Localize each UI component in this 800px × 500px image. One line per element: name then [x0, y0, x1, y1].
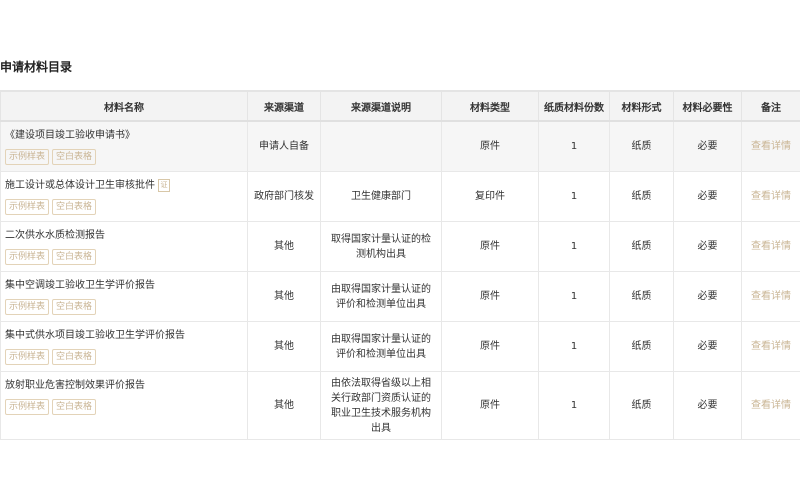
view-details-link[interactable]: 查看详情 — [741, 221, 800, 272]
column-header: 材料类型 — [441, 90, 539, 122]
view-details-link[interactable]: 查看详情 — [741, 171, 800, 222]
table-row: 《建设项目竣工验收申请书》示例样表 空白表格 申请人自备 原件 1 纸质 必要 查… — [0, 120, 800, 172]
column-header: 来源渠道 — [247, 90, 321, 122]
type-cell: 原件 — [441, 321, 539, 372]
sample-form-button[interactable]: 示例样表 — [5, 349, 50, 365]
material-name-cell: 二次供水水质检测报告示例样表 空白表格 — [0, 221, 248, 272]
source-cell: 政府部门核发 — [247, 171, 321, 222]
necessity-cell: 必要 — [673, 171, 742, 222]
table-row: 集中式供水项目竣工验收卫生学评价报告示例样表 空白表格 其他 由取得国家计量认证的… — [0, 321, 800, 372]
blank-form-button[interactable]: 空白表格 — [52, 399, 97, 415]
view-details-link[interactable]: 查看详情 — [741, 371, 800, 440]
material-name: 放射职业危害控制效果评价报告 — [5, 380, 145, 391]
blank-form-button[interactable]: 空白表格 — [52, 149, 97, 165]
material-name-cell: 《建设项目竣工验收申请书》示例样表 空白表格 — [0, 120, 248, 172]
material-name: 二次供水水质检测报告 — [5, 230, 105, 241]
form-cell: 纸质 — [609, 321, 674, 372]
necessity-cell: 必要 — [673, 371, 742, 440]
view-details-link[interactable]: 查看详情 — [741, 120, 800, 172]
copies-cell: 1 — [538, 171, 610, 222]
column-header: 纸质材料份数 — [538, 90, 610, 122]
necessity-cell: 必要 — [673, 271, 742, 322]
table-row: 放射职业危害控制效果评价报告示例样表 空白表格 其他 由依法取得省级以上相关行政部… — [0, 371, 800, 440]
blank-form-button[interactable]: 空白表格 — [52, 199, 97, 215]
necessity-cell: 必要 — [673, 321, 742, 372]
materials-table: 材料名称 来源渠道 来源渠道说明 材料类型 纸质材料份数 材料形式 材料必要性 备注 《建设项… — [0, 90, 800, 440]
column-header: 材料必要性 — [673, 90, 742, 122]
material-name: 集中式供水项目竣工验收卫生学评价报告 — [5, 330, 185, 341]
page-title: 申请材料目录 — [0, 60, 73, 74]
type-cell: 原件 — [441, 221, 539, 272]
material-name-cell: 集中式供水项目竣工验收卫生学评价报告示例样表 空白表格 — [0, 321, 248, 372]
form-cell: 纸质 — [609, 221, 674, 272]
necessity-cell: 必要 — [673, 221, 742, 272]
table-row: 二次供水水质检测报告示例样表 空白表格 其他 取得国家计量认证的检测机构出具 原件… — [0, 221, 800, 272]
blank-form-button[interactable]: 空白表格 — [52, 349, 97, 365]
source-desc-cell: 由取得国家计量认证的评价和检测单位出具 — [320, 321, 442, 372]
source-desc-cell: 取得国家计量认证的检测机构出具 — [320, 221, 442, 272]
source-cell: 其他 — [247, 321, 321, 372]
material-name-cell: 放射职业危害控制效果评价报告示例样表 空白表格 — [0, 371, 248, 440]
material-name: 集中空调竣工验收卫生学评价报告 — [5, 280, 155, 291]
type-cell: 复印件 — [441, 171, 539, 222]
sample-form-button[interactable]: 示例样表 — [5, 399, 50, 415]
source-cell: 申请人自备 — [247, 120, 321, 172]
copies-cell: 1 — [538, 120, 610, 172]
license-icon[interactable]: 证 — [158, 178, 170, 192]
column-header: 材料名称 — [0, 90, 248, 122]
source-cell: 其他 — [247, 221, 321, 272]
type-cell: 原件 — [441, 371, 539, 440]
material-name-cell: 施工设计或总体设计卫生审核批件证示例样表 空白表格 — [0, 171, 248, 222]
form-cell: 纸质 — [609, 371, 674, 440]
necessity-cell: 必要 — [673, 120, 742, 172]
view-details-link[interactable]: 查看详情 — [741, 271, 800, 322]
column-header: 来源渠道说明 — [320, 90, 442, 122]
source-cell: 其他 — [247, 271, 321, 322]
source-cell: 其他 — [247, 371, 321, 440]
blank-form-button[interactable]: 空白表格 — [52, 249, 97, 265]
source-desc-cell — [320, 120, 442, 172]
column-header: 备注 — [741, 90, 800, 122]
form-cell: 纸质 — [609, 271, 674, 322]
source-desc-cell: 卫生健康部门 — [320, 171, 442, 222]
type-cell: 原件 — [441, 120, 539, 172]
material-name-cell: 集中空调竣工验收卫生学评价报告示例样表 空白表格 — [0, 271, 248, 322]
type-cell: 原件 — [441, 271, 539, 322]
sample-form-button[interactable]: 示例样表 — [5, 249, 50, 265]
form-cell: 纸质 — [609, 120, 674, 172]
material-name: 施工设计或总体设计卫生审核批件 — [5, 180, 155, 191]
form-cell: 纸质 — [609, 171, 674, 222]
column-header: 材料形式 — [609, 90, 674, 122]
source-desc-cell: 由取得国家计量认证的评价和检测单位出具 — [320, 271, 442, 322]
sample-form-button[interactable]: 示例样表 — [5, 149, 50, 165]
copies-cell: 1 — [538, 221, 610, 272]
blank-form-button[interactable]: 空白表格 — [52, 299, 97, 315]
table-row: 施工设计或总体设计卫生审核批件证示例样表 空白表格 政府部门核发 卫生健康部门 复… — [0, 171, 800, 222]
table-row: 集中空调竣工验收卫生学评价报告示例样表 空白表格 其他 由取得国家计量认证的评价和… — [0, 271, 800, 322]
copies-cell: 1 — [538, 371, 610, 440]
material-name: 《建设项目竣工验收申请书》 — [5, 130, 135, 141]
source-desc-cell: 由依法取得省级以上相关行政部门资质认证的职业卫生技术服务机构出具 — [320, 371, 442, 440]
copies-cell: 1 — [538, 321, 610, 372]
sample-form-button[interactable]: 示例样表 — [5, 299, 50, 315]
view-details-link[interactable]: 查看详情 — [741, 321, 800, 372]
copies-cell: 1 — [538, 271, 610, 322]
sample-form-button[interactable]: 示例样表 — [5, 199, 50, 215]
